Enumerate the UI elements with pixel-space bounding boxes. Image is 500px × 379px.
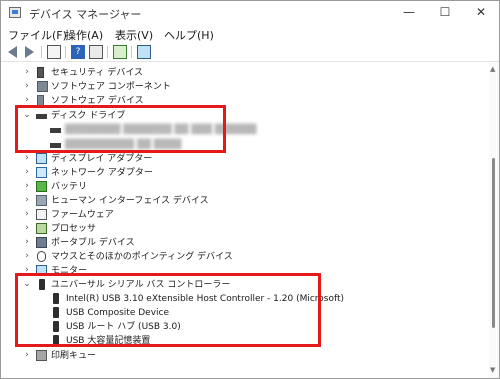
tree-item-label: バッテリ bbox=[51, 182, 88, 192]
device-manager-window: デバイス マネージャー — ☐ ✕ ファイル(F) 操作(A) 表示(V) ヘル… bbox=[0, 0, 500, 379]
scroll-down-icon[interactable]: ▼ bbox=[490, 366, 495, 374]
help-icon[interactable]: ? bbox=[71, 45, 85, 59]
toolbar-separator bbox=[131, 46, 132, 58]
minimize-button[interactable]: — bbox=[391, 1, 427, 25]
hid-icon bbox=[36, 195, 47, 206]
tree-category-print-queues[interactable]: › 印刷キュー bbox=[1, 349, 489, 363]
portable-device-icon bbox=[36, 237, 47, 248]
tree-item-label: ヒューマン インターフェイス デバイス bbox=[51, 196, 209, 206]
mouse-icon bbox=[37, 251, 46, 262]
tree-category-security-devices[interactable]: › セキュリティ デバイス bbox=[1, 66, 489, 80]
chevron-right-icon[interactable]: › bbox=[22, 81, 32, 91]
chevron-right-icon[interactable]: › bbox=[22, 237, 32, 247]
tree-item-label: ソフトウェア コンポーネント bbox=[51, 82, 171, 92]
toolbar-separator bbox=[107, 46, 108, 58]
tree-category-hid[interactable]: › ヒューマン インターフェイス デバイス bbox=[1, 194, 489, 208]
menu-bar: ファイル(F) 操作(A) 表示(V) ヘルプ(H) bbox=[1, 25, 499, 43]
tree-item-label: プロセッサ bbox=[51, 224, 97, 234]
print-queue-icon bbox=[36, 350, 47, 361]
tree-category-mice[interactable]: › マウスとそのほかのポインティング デバイス bbox=[1, 250, 489, 264]
tree-item-label: セキュリティ デバイス bbox=[51, 68, 144, 78]
tree-category-display-adapters[interactable]: › ディスプレイ アダプター bbox=[1, 152, 489, 166]
device-list-icon[interactable] bbox=[89, 45, 103, 59]
toolbar-separator bbox=[41, 46, 42, 58]
scrollbar-thumb[interactable] bbox=[492, 158, 495, 328]
tree-item-label: マウスとそのほかのポインティング デバイス bbox=[51, 252, 233, 262]
scan-hardware-icon[interactable] bbox=[137, 45, 151, 59]
battery-icon bbox=[36, 181, 47, 192]
chevron-right-icon[interactable]: › bbox=[22, 67, 32, 77]
menu-file[interactable]: ファイル(F) bbox=[8, 27, 67, 43]
properties-icon[interactable] bbox=[47, 45, 61, 59]
chevron-right-icon[interactable]: › bbox=[22, 181, 32, 191]
update-driver-icon[interactable] bbox=[113, 45, 127, 59]
vertical-scrollbar[interactable]: ▲ ▼ bbox=[489, 63, 499, 378]
title-bar: デバイス マネージャー — ☐ ✕ bbox=[1, 1, 499, 25]
chevron-right-icon[interactable]: › bbox=[22, 209, 32, 219]
tree-category-portable-devices[interactable]: › ポータブル デバイス bbox=[1, 236, 489, 250]
chevron-right-icon[interactable]: › bbox=[22, 350, 32, 360]
maximize-button[interactable]: ☐ bbox=[427, 1, 463, 25]
scroll-up-icon[interactable]: ▲ bbox=[490, 65, 495, 73]
chevron-right-icon[interactable]: › bbox=[22, 223, 32, 233]
tree-category-batteries[interactable]: › バッテリ bbox=[1, 180, 489, 194]
highlight-box-disk-drives bbox=[15, 105, 226, 153]
chevron-right-icon[interactable]: › bbox=[22, 195, 32, 205]
software-component-icon bbox=[37, 81, 48, 92]
forward-arrow-icon[interactable] bbox=[25, 46, 34, 58]
tree-item-label: ディスプレイ アダプター bbox=[51, 154, 153, 164]
display-adapter-icon bbox=[36, 153, 47, 164]
toolbar: ? bbox=[1, 43, 499, 62]
tree-category-firmware[interactable]: › ファームウェア bbox=[1, 208, 489, 222]
close-button[interactable]: ✕ bbox=[463, 1, 499, 25]
network-adapter-icon bbox=[36, 167, 47, 178]
chevron-right-icon[interactable]: › bbox=[22, 95, 32, 105]
tree-item-label: ポータブル デバイス bbox=[51, 238, 135, 248]
tree-item-label: ネットワーク アダプター bbox=[51, 168, 153, 178]
processor-icon bbox=[36, 223, 47, 234]
menu-action[interactable]: 操作(A) bbox=[65, 27, 103, 43]
back-arrow-icon[interactable] bbox=[8, 46, 17, 58]
firmware-icon bbox=[36, 209, 47, 220]
security-device-icon bbox=[37, 67, 44, 78]
chevron-right-icon[interactable]: › bbox=[22, 251, 32, 261]
window-title: デバイス マネージャー bbox=[29, 8, 142, 21]
chevron-right-icon[interactable]: › bbox=[22, 153, 32, 163]
chevron-right-icon[interactable]: › bbox=[22, 167, 32, 177]
highlight-box-usb-controllers bbox=[15, 273, 321, 347]
tree-item-label: 印刷キュー bbox=[51, 351, 97, 361]
device-manager-app-icon bbox=[9, 7, 21, 18]
tree-category-software-components[interactable]: › ソフトウェア コンポーネント bbox=[1, 80, 489, 94]
menu-help[interactable]: ヘルプ(H) bbox=[164, 27, 214, 43]
toolbar-separator bbox=[65, 46, 66, 58]
menu-view[interactable]: 表示(V) bbox=[115, 27, 153, 43]
tree-category-processors[interactable]: › プロセッサ bbox=[1, 222, 489, 236]
tree-item-label: ファームウェア bbox=[51, 210, 114, 220]
tree-category-network-adapters[interactable]: › ネットワーク アダプター bbox=[1, 166, 489, 180]
